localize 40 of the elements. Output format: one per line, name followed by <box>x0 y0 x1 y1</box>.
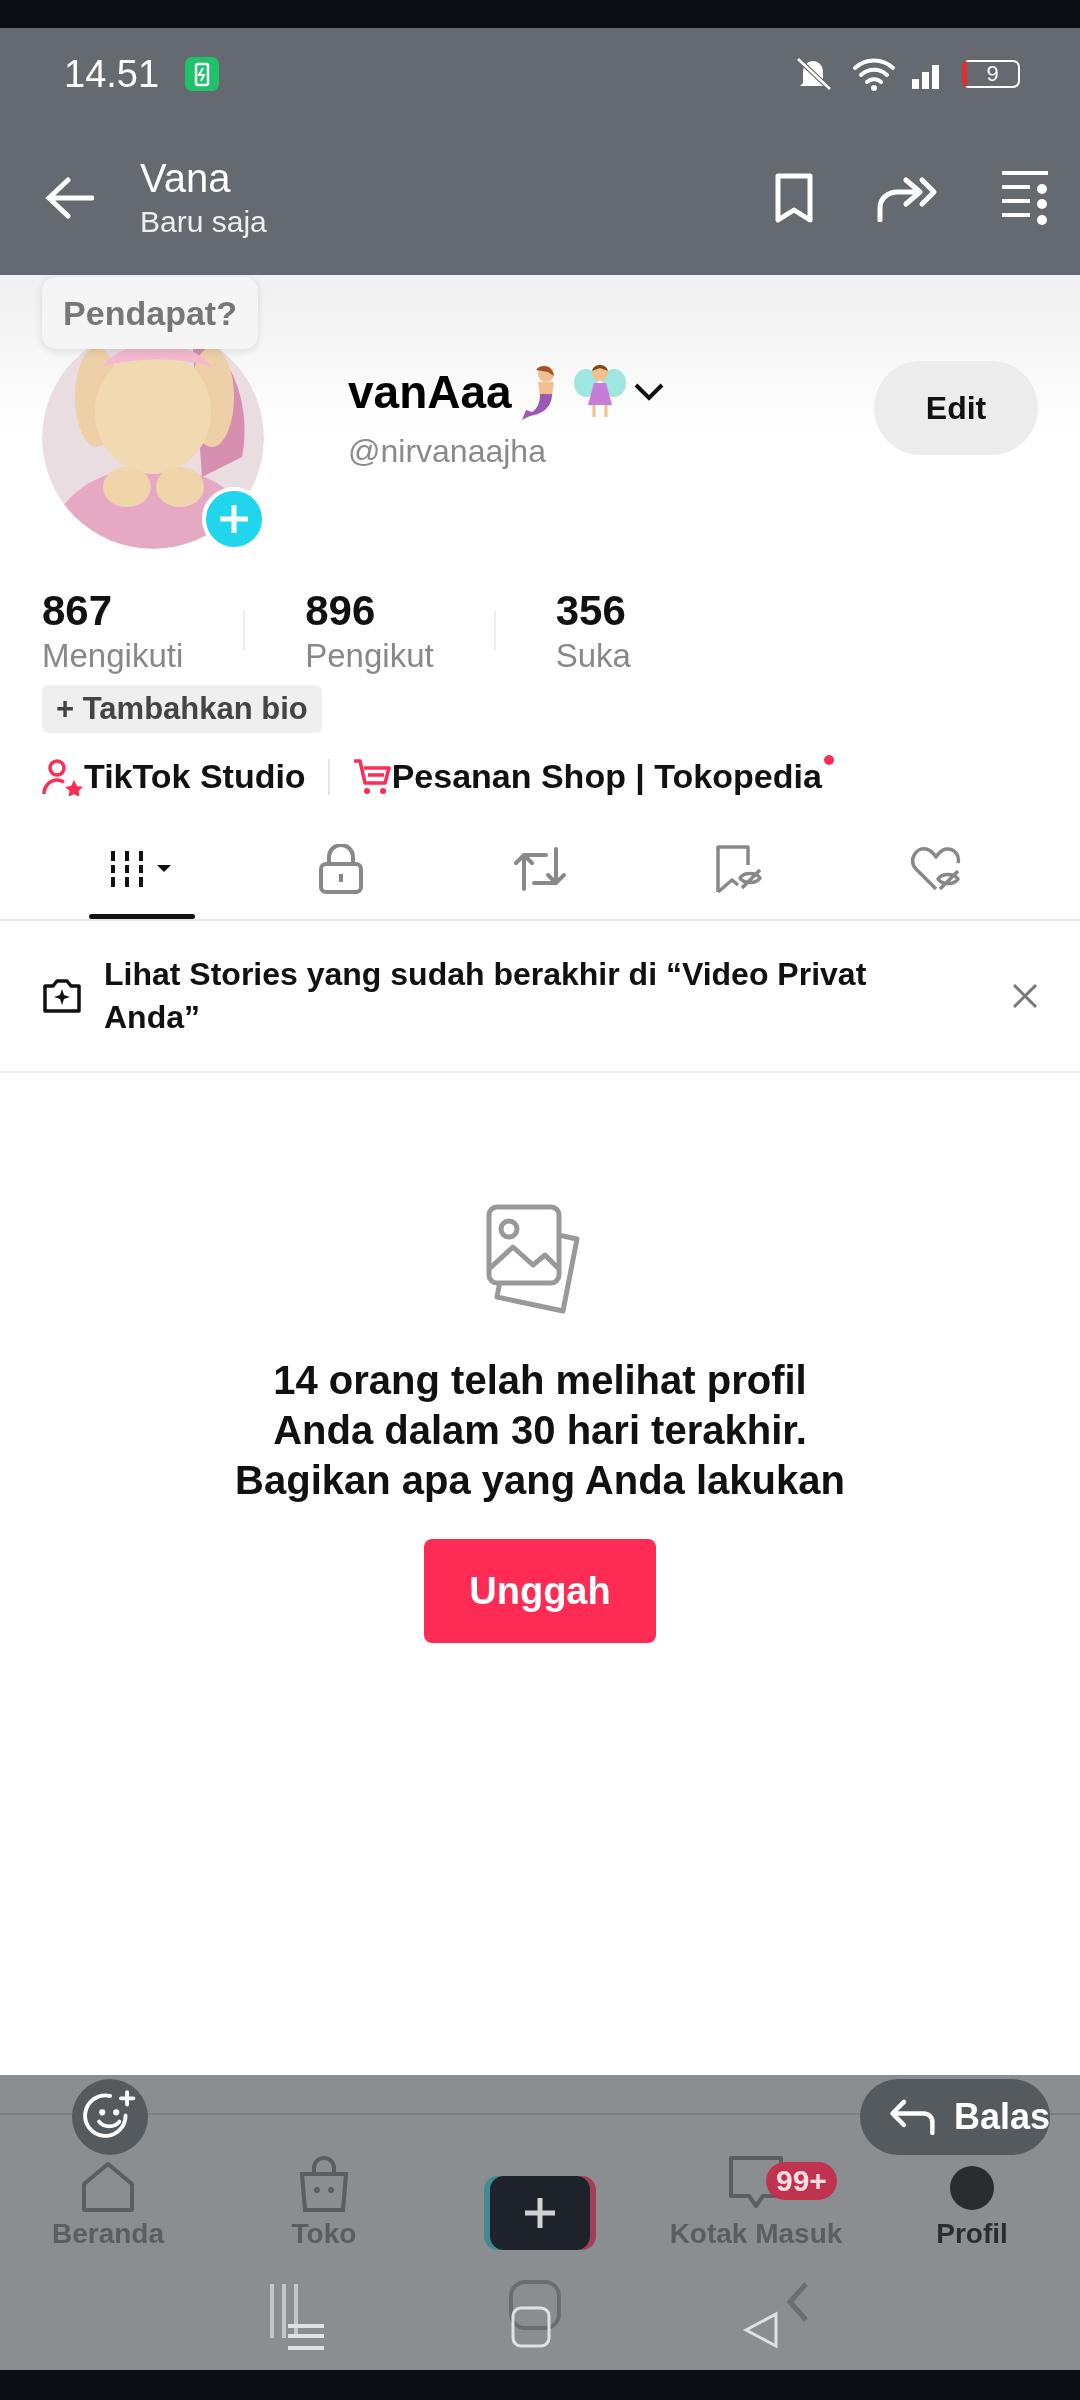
add-bio-button[interactable]: + Tambahkan bio <box>42 685 322 733</box>
close-icon[interactable] <box>1012 983 1038 1010</box>
nav-tab[interactable]: Profil <box>864 2164 1080 2260</box>
stat-label: Mengikuti <box>42 637 184 675</box>
upload-button[interactable]: Unggah <box>424 1539 656 1644</box>
stat-label: Suka <box>555 637 631 675</box>
reply-button[interactable]: Balas <box>860 2079 1050 2155</box>
contact-name: Vana <box>140 156 232 201</box>
profile-link[interactable]: Pesanan Shop | Tokopedia <box>391 757 822 796</box>
shopping-bag-icon <box>298 2156 350 2212</box>
stories-icon <box>42 978 82 1015</box>
lock-icon <box>317 843 364 894</box>
status-time: Baru saja <box>140 205 267 239</box>
stories-banner-text: Lihat Stories yang sudah berakhir di “Video Privat Anda” <box>104 955 868 1038</box>
tooltip[interactable]: Pendapat? <box>42 277 258 349</box>
hidden-bookmark-icon <box>714 843 765 894</box>
back-arrow-icon[interactable] <box>44 175 94 220</box>
edit-button[interactable]: Edit <box>874 361 1038 455</box>
stat-value: 896 <box>305 587 377 635</box>
bookmark-icon[interactable] <box>774 171 814 224</box>
profile-name: vanAaa <box>348 365 512 419</box>
reply-arrow-icon <box>888 2097 936 2137</box>
profile-link[interactable]: TikTok Studio <box>84 757 306 796</box>
profile-icon <box>948 2164 996 2212</box>
cart-icon <box>351 757 392 796</box>
charging-icon <box>185 57 220 91</box>
stat-value: 356 <box>555 587 627 635</box>
person-star-icon <box>42 757 84 796</box>
username: @nirvanaajha <box>348 433 547 470</box>
menu-icon[interactable] <box>1000 168 1050 227</box>
home-icon <box>80 2160 136 2212</box>
clock: 14.51 <box>64 52 160 96</box>
unread-badge: 99+ <box>766 2162 837 2200</box>
create-icon <box>484 2176 596 2250</box>
stat-label: Pengikut <box>305 637 434 675</box>
repost-icon <box>512 844 568 893</box>
wifi-icon <box>852 56 896 92</box>
empty-state-message: 14 orang telah melihat profil Anda dalam 30 hari terakhir. Bagikan apa yang Anda lakukan <box>235 1357 845 1505</box>
stat-value: 867 <box>42 587 114 635</box>
battery-indicator: 9 <box>962 60 1020 88</box>
